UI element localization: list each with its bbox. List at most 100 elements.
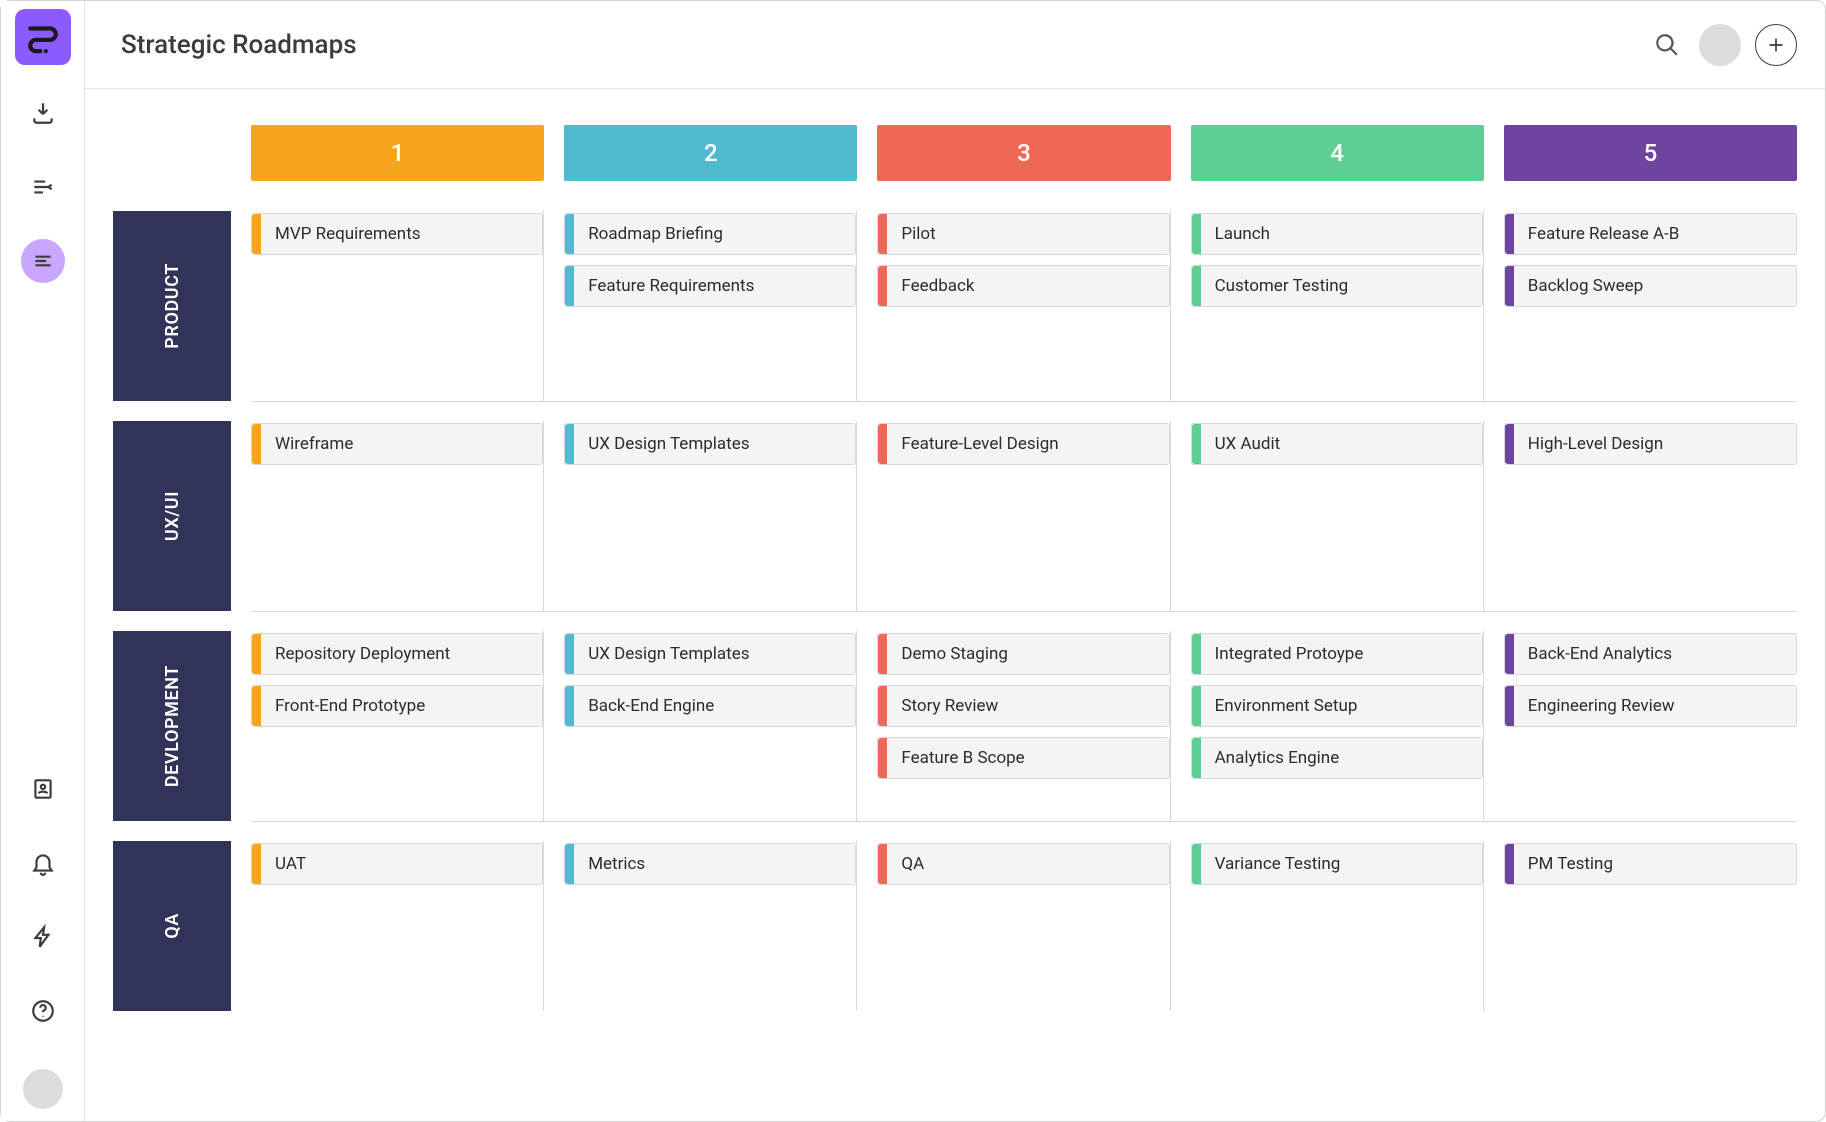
card-color-bar: [878, 634, 887, 674]
card-label: UX Audit: [1201, 424, 1295, 464]
roadmap-card[interactable]: Variance Testing: [1191, 843, 1483, 885]
cell: Repository Deployment Front-End Prototype: [251, 631, 544, 821]
card-label: Metrics: [574, 844, 659, 884]
card-color-bar: [1505, 214, 1514, 254]
cell: MVP Requirements: [251, 211, 544, 401]
roadmap-card[interactable]: UX Design Templates: [564, 633, 856, 675]
roadmap-card[interactable]: Customer Testing: [1191, 265, 1483, 307]
roadmap-card[interactable]: Feature-Level Design: [877, 423, 1169, 465]
search-icon[interactable]: [1649, 27, 1685, 63]
timeline-icon[interactable]: [21, 165, 65, 209]
card-label: Story Review: [887, 686, 1012, 726]
card-label: Demo Staging: [887, 634, 1022, 674]
roadmap-card[interactable]: UX Design Templates: [564, 423, 856, 465]
card-label: Pilot: [887, 214, 949, 254]
roadmap-card[interactable]: Integrated Protoype: [1191, 633, 1483, 675]
card-label: Front-End Prototype: [261, 686, 439, 726]
app-logo[interactable]: [15, 9, 71, 65]
roadmap-card[interactable]: Feature Release A-B: [1504, 213, 1797, 255]
column-header-4[interactable]: 4: [1191, 125, 1484, 181]
cell: Feature-Level Design: [877, 421, 1170, 611]
add-button[interactable]: [1755, 24, 1797, 66]
card-color-bar: [1192, 424, 1201, 464]
cell: UX Design Templates: [564, 421, 857, 611]
roadmap-card[interactable]: PM Testing: [1504, 843, 1797, 885]
column-header-5[interactable]: 5: [1504, 125, 1797, 181]
cell: Integrated Protoype Environment Setup Anal…: [1191, 631, 1484, 821]
card-color-bar: [565, 266, 574, 306]
roadmap-card[interactable]: Feature Requirements: [564, 265, 856, 307]
card-color-bar: [1192, 738, 1201, 778]
header-avatar[interactable]: [1699, 24, 1741, 66]
roadmap-card[interactable]: Back-End Analytics: [1504, 633, 1797, 675]
card-label: UX Design Templates: [574, 424, 763, 464]
card-label: High-Level Design: [1514, 424, 1677, 464]
help-icon[interactable]: [21, 989, 65, 1033]
cell: Wireframe: [251, 421, 544, 611]
card-color-bar: [565, 634, 574, 674]
row-header-devlopment[interactable]: DEVLOPMENT: [113, 631, 231, 821]
roadmap-card[interactable]: High-Level Design: [1504, 423, 1797, 465]
column-header-3[interactable]: 3: [877, 125, 1170, 181]
card-color-bar: [878, 424, 887, 464]
card-color-bar: [252, 844, 261, 884]
roadmap-card[interactable]: Analytics Engine: [1191, 737, 1483, 779]
roadmap-card[interactable]: UAT: [251, 843, 543, 885]
header: Strategic Roadmaps: [85, 1, 1825, 89]
roadmap-card[interactable]: Feature B Scope: [877, 737, 1169, 779]
roadmap-card[interactable]: Backlog Sweep: [1504, 265, 1797, 307]
roadmap-card[interactable]: Wireframe: [251, 423, 543, 465]
card-label: Wireframe: [261, 424, 367, 464]
roadmap-card[interactable]: Launch: [1191, 213, 1483, 255]
card-label: Feature-Level Design: [887, 424, 1072, 464]
card-color-bar: [878, 266, 887, 306]
cell: UX Audit: [1191, 421, 1484, 611]
card-color-bar: [1505, 686, 1514, 726]
cell: QA: [877, 841, 1170, 1011]
card-label: Back-End Analytics: [1514, 634, 1686, 674]
cell: Launch Customer Testing: [1191, 211, 1484, 401]
card-color-bar: [878, 844, 887, 884]
card-color-bar: [878, 686, 887, 726]
cell: Back-End Analytics Engineering Review: [1504, 631, 1797, 821]
roadmap-card[interactable]: Pilot: [877, 213, 1169, 255]
import-icon[interactable]: [21, 91, 65, 135]
roadmap-card[interactable]: Front-End Prototype: [251, 685, 543, 727]
column-header-2[interactable]: 2: [564, 125, 857, 181]
card-label: Backlog Sweep: [1514, 266, 1657, 306]
sidebar-avatar[interactable]: [23, 1069, 63, 1109]
row-header-qa[interactable]: QA: [113, 841, 231, 1011]
main: Strategic Roadmaps 12345 PRODUCT MVP Requi…: [85, 1, 1825, 1121]
roadmap-card[interactable]: Metrics: [564, 843, 856, 885]
cell: Variance Testing: [1191, 841, 1484, 1011]
card-label: Roadmap Briefing: [574, 214, 737, 254]
roadmap-card[interactable]: Back-End Engine: [564, 685, 856, 727]
sidebar: [1, 1, 85, 1121]
roadmap-card[interactable]: Roadmap Briefing: [564, 213, 856, 255]
roadmap-card[interactable]: Demo Staging: [877, 633, 1169, 675]
bolt-icon[interactable]: [21, 915, 65, 959]
card-label: UAT: [261, 844, 320, 884]
row-header-product[interactable]: PRODUCT: [113, 211, 231, 401]
column-header-1[interactable]: 1: [251, 125, 544, 181]
bell-icon[interactable]: [21, 841, 65, 885]
card-color-bar: [565, 214, 574, 254]
card-color-bar: [252, 686, 261, 726]
cell: Roadmap Briefing Feature Requirements: [564, 211, 857, 401]
cell: Pilot Feedback: [877, 211, 1170, 401]
roadmap-card[interactable]: Repository Deployment: [251, 633, 543, 675]
board-icon[interactable]: [21, 239, 65, 283]
card-label: Back-End Engine: [574, 686, 728, 726]
roadmap-card[interactable]: QA: [877, 843, 1169, 885]
cell: Demo Staging Story Review Feature B Scope: [877, 631, 1170, 821]
row-header-ux/ui[interactable]: UX/UI: [113, 421, 231, 611]
roadmap-card[interactable]: MVP Requirements: [251, 213, 543, 255]
roadmap-card[interactable]: Environment Setup: [1191, 685, 1483, 727]
roadmap-card[interactable]: Story Review: [877, 685, 1169, 727]
roadmap-card[interactable]: Engineering Review: [1504, 685, 1797, 727]
contacts-icon[interactable]: [21, 767, 65, 811]
card-label: Feature Release A-B: [1514, 214, 1694, 254]
roadmap-card[interactable]: UX Audit: [1191, 423, 1483, 465]
roadmap-card[interactable]: Feedback: [877, 265, 1169, 307]
card-label: Feature B Scope: [887, 738, 1038, 778]
